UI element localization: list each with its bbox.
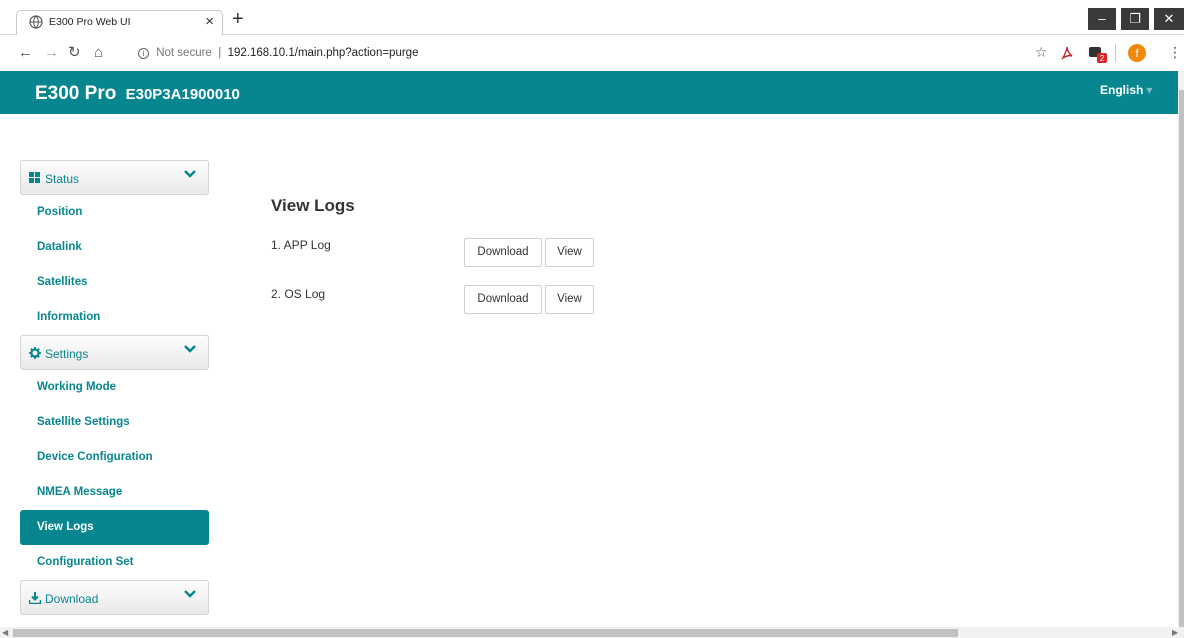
- sidebar-group-label: Status: [45, 172, 80, 186]
- toolbar-divider: [1115, 44, 1116, 62]
- pdf-extension-icon[interactable]: [1060, 45, 1074, 61]
- sidebar-item-satellite-settings[interactable]: Satellite Settings: [20, 405, 209, 440]
- star-icon[interactable]: ☆: [1035, 44, 1048, 61]
- download-os-log-button[interactable]: Download: [464, 285, 542, 314]
- horizontal-scrollbar-thumb[interactable]: [13, 629, 958, 637]
- minimize-button[interactable]: –: [1088, 8, 1116, 30]
- chevron-down-icon: [184, 170, 196, 178]
- vertical-scrollbar-thumb[interactable]: [1179, 90, 1184, 627]
- scroll-left-arrow-icon[interactable]: ◀: [2, 627, 8, 638]
- reload-icon[interactable]: ↻: [68, 45, 81, 61]
- extension-icon[interactable]: 2: [1089, 45, 1109, 63]
- dashboard-icon: [29, 172, 40, 183]
- restore-button[interactable]: ❐: [1121, 8, 1149, 30]
- main-content: View Logs 1. APP Log Download View 2. OS…: [271, 196, 594, 314]
- sidebar-group-download[interactable]: Download: [20, 580, 209, 615]
- chevron-down-icon: [184, 345, 196, 353]
- browser-tab[interactable]: E300 Pro Web UI ×: [16, 10, 223, 35]
- browser-menu-icon[interactable]: ⋮: [1168, 44, 1182, 61]
- profile-avatar[interactable]: f: [1127, 43, 1147, 63]
- forward-icon[interactable]: →: [44, 45, 59, 61]
- scroll-right-arrow-icon[interactable]: ▶: [1172, 627, 1178, 638]
- browser-tabstrip: E300 Pro Web UI × + – ❐ ✕: [0, 0, 1184, 35]
- address-bar[interactable]: i Not secure | 192.168.10.1/main.php?act…: [138, 47, 418, 59]
- info-icon[interactable]: i: [138, 48, 149, 59]
- home-icon[interactable]: ⌂: [94, 45, 103, 61]
- new-tab-button[interactable]: +: [232, 8, 244, 30]
- extension-badge: 2: [1100, 54, 1105, 63]
- sidebar-item-view-logs[interactable]: View Logs: [20, 510, 209, 545]
- sidebar-group-status[interactable]: Status: [20, 160, 209, 195]
- view-os-log-button[interactable]: View: [545, 285, 594, 314]
- gear-icon: [29, 347, 41, 359]
- brand: E300 Pro E30P3A1900010: [35, 83, 240, 105]
- log-row-app: 1. APP Log Download View: [271, 238, 671, 268]
- sidebar-item-satellites[interactable]: Satellites: [20, 265, 209, 300]
- back-icon[interactable]: ←: [18, 45, 33, 61]
- security-label: Not secure: [156, 47, 212, 59]
- download-icon: [29, 592, 41, 604]
- browser-toolbar: ← → ↻ ⌂ i Not secure | 192.168.10.1/main…: [0, 36, 1184, 71]
- close-window-button[interactable]: ✕: [1154, 8, 1184, 30]
- sidebar-item-information[interactable]: Information: [20, 300, 209, 335]
- sidebar-group-label: Settings: [45, 347, 89, 361]
- chevron-down-icon: [184, 590, 196, 598]
- sidebar-item-working-mode[interactable]: Working Mode: [20, 370, 209, 405]
- language-label: English: [1100, 83, 1144, 97]
- log-label: 1. APP Log: [271, 238, 331, 252]
- sidebar-item-nmea-message[interactable]: NMEA Message: [20, 475, 209, 510]
- app-header: E300 Pro E30P3A1900010 English ▾: [0, 71, 1178, 114]
- sidebar-item-position[interactable]: Position: [20, 195, 209, 230]
- view-app-log-button[interactable]: View: [545, 238, 594, 267]
- sidebar-item-datalink[interactable]: Datalink: [20, 230, 209, 265]
- page-title: View Logs: [271, 196, 355, 215]
- serial-number: E30P3A1900010: [125, 86, 240, 103]
- globe-icon: [29, 15, 43, 29]
- product-name: E300 Pro: [35, 83, 117, 104]
- tab-title: E300 Pro Web UI: [49, 16, 131, 28]
- sidebar: Status Position Datalink Satellites Info…: [20, 160, 209, 615]
- sidebar-group-label: Download: [45, 592, 99, 606]
- sidebar-group-settings[interactable]: Settings: [20, 335, 209, 370]
- language-selector[interactable]: English ▾: [1100, 83, 1152, 97]
- download-app-log-button[interactable]: Download: [464, 238, 542, 267]
- url-text: 192.168.10.1/main.php?action=purge: [227, 47, 419, 59]
- sidebar-item-device-configuration[interactable]: Device Configuration: [20, 440, 209, 475]
- log-label: 2. OS Log: [271, 287, 326, 301]
- caret-down-icon: ▾: [1146, 83, 1153, 97]
- tab-close-button[interactable]: ×: [205, 13, 214, 31]
- log-row-os: 2. OS Log Download View: [271, 285, 671, 317]
- sidebar-item-configuration-set[interactable]: Configuration Set: [20, 545, 209, 580]
